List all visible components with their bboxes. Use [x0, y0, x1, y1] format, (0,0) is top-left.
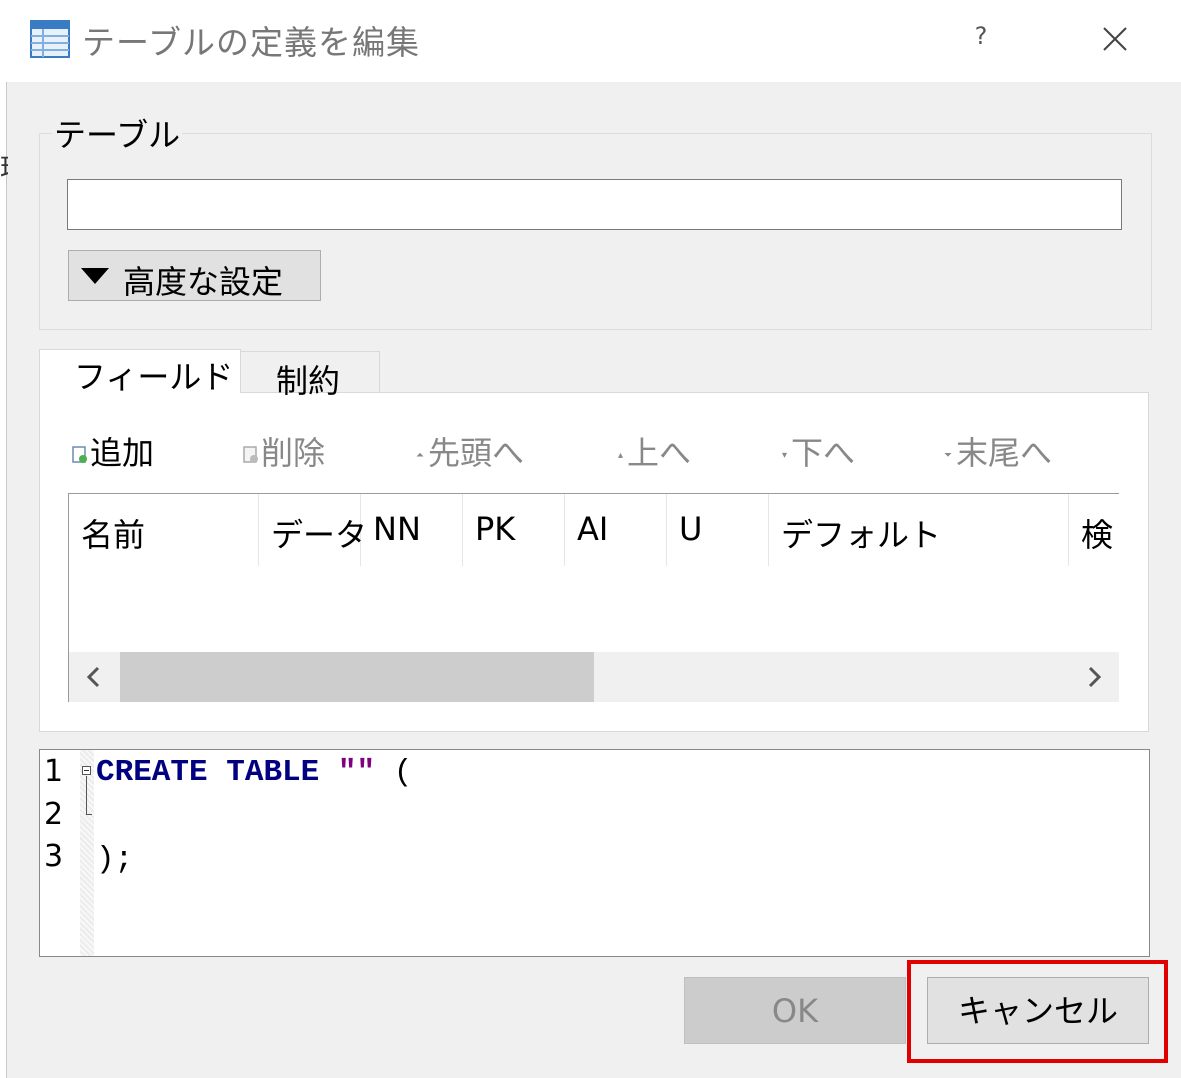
- column-header-data-type[interactable]: データ: [259, 494, 367, 566]
- advanced-settings-label: 高度な設定: [123, 263, 284, 301]
- move-down-button[interactable]: ▾ 下へ: [782, 428, 855, 474]
- add-field-icon: [72, 446, 87, 463]
- column-header-default[interactable]: デフォルト: [769, 494, 1069, 566]
- fold-line: [86, 776, 87, 814]
- sql-preview-editor[interactable]: 1 2 3 CREATE TABLE "" ( );: [39, 749, 1150, 957]
- move-bottom-label: 末尾へ: [956, 434, 1053, 472]
- line-number: 3: [44, 839, 64, 874]
- column-header-pk[interactable]: PK: [463, 494, 565, 566]
- title-bar: テーブルの定義を編集 ?: [6, 0, 1181, 82]
- tab-constraints[interactable]: 制約: [241, 351, 380, 400]
- fold-margin: [80, 750, 94, 956]
- fold-end: [86, 814, 92, 815]
- table-group-label: テーブル: [52, 110, 183, 156]
- line-number: 2: [44, 797, 64, 832]
- move-top-label: 先頭へ: [428, 434, 525, 472]
- delete-field-button[interactable]: 削除: [243, 428, 325, 474]
- move-down-icon: ▾: [782, 449, 788, 461]
- table-icon: [30, 20, 70, 58]
- line-number: 1: [44, 754, 64, 789]
- move-up-label: 上へ: [627, 434, 692, 472]
- column-header-ai[interactable]: AI: [565, 494, 667, 566]
- close-icon[interactable]: [1100, 24, 1130, 54]
- window-title: テーブルの定義を編集: [82, 23, 421, 62]
- sql-line-3: );: [96, 842, 134, 877]
- scroll-right-icon[interactable]: [1081, 664, 1107, 690]
- horizontal-scrollbar[interactable]: [69, 652, 1119, 702]
- move-top-button[interactable]: ⏶ 先頭へ: [416, 428, 524, 474]
- delete-field-label: 削除: [261, 434, 326, 472]
- column-header-nn[interactable]: NN: [361, 494, 463, 566]
- tab-fields-label: フィールド: [74, 358, 234, 396]
- add-field-label: 追加: [90, 434, 155, 472]
- ok-button[interactable]: OK: [684, 977, 906, 1044]
- cancel-highlight-box: [907, 960, 1168, 1063]
- advanced-settings-button[interactable]: 高度な設定: [68, 250, 321, 301]
- column-header-name[interactable]: 名前: [69, 494, 259, 566]
- delete-field-icon: [243, 446, 258, 463]
- tab-fields[interactable]: フィールド: [39, 349, 241, 396]
- tab-constraints-label: 制約: [276, 362, 341, 400]
- table-name-input[interactable]: [67, 179, 1122, 230]
- column-header-check[interactable]: 検: [1069, 494, 1119, 566]
- sql-line-1: CREATE TABLE "" (: [96, 755, 413, 790]
- add-field-button[interactable]: 追加: [72, 428, 154, 474]
- scroll-left-icon[interactable]: [81, 664, 107, 690]
- column-header-unique[interactable]: U: [667, 494, 769, 566]
- help-button[interactable]: ?: [966, 22, 996, 58]
- move-up-icon: ▴: [618, 449, 624, 461]
- triangle-down-icon: [81, 268, 109, 284]
- background-window-glyph: 理: [0, 148, 8, 185]
- scrollbar-thumb[interactable]: [120, 652, 594, 702]
- move-bottom-button[interactable]: ⏷ 末尾へ: [944, 428, 1052, 474]
- move-down-label: 下へ: [791, 434, 856, 472]
- fields-grid[interactable]: 名前 データ NN PK AI U デフォルト 検: [68, 493, 1119, 702]
- move-up-button[interactable]: ▴ 上へ: [618, 428, 691, 474]
- move-bottom-icon: ⏷: [944, 449, 952, 461]
- fold-toggle-icon[interactable]: [82, 766, 91, 775]
- move-top-icon: ⏶: [416, 449, 424, 461]
